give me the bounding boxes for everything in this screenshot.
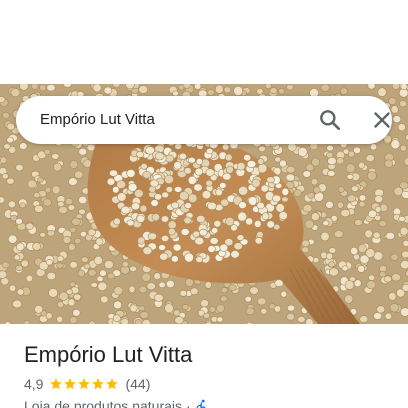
close-icon[interactable]	[369, 107, 395, 133]
top-blank-area	[0, 0, 408, 84]
star-icon	[50, 378, 63, 390]
star-icon	[64, 378, 77, 390]
star-icon	[92, 378, 105, 390]
place-info: Empório Lut Vitta 4,9 (44) Loja de produ…	[24, 340, 394, 408]
star-rating	[49, 377, 119, 391]
category-row: Loja de produtos naturais ·	[24, 396, 394, 408]
star-icon	[78, 378, 91, 390]
star-icon	[106, 378, 119, 390]
rating-value: 4,9	[24, 376, 44, 392]
wheelchair-icon	[195, 399, 209, 408]
search-bar[interactable]: Empório Lut Vitta	[16, 96, 392, 144]
search-input[interactable]: Empório Lut Vitta	[40, 96, 155, 144]
map-place-screen: Empório Lut Vitta Empório Lut Vitta 4,9 …	[0, 0, 408, 408]
rating-row[interactable]: 4,9 (44)	[24, 374, 394, 394]
separator-dot: ·	[186, 398, 191, 408]
place-title: Empório Lut Vitta	[24, 342, 193, 367]
review-count[interactable]: (44)	[125, 376, 150, 392]
place-category: Loja de produtos naturais	[24, 398, 182, 408]
search-icon[interactable]	[317, 107, 343, 133]
